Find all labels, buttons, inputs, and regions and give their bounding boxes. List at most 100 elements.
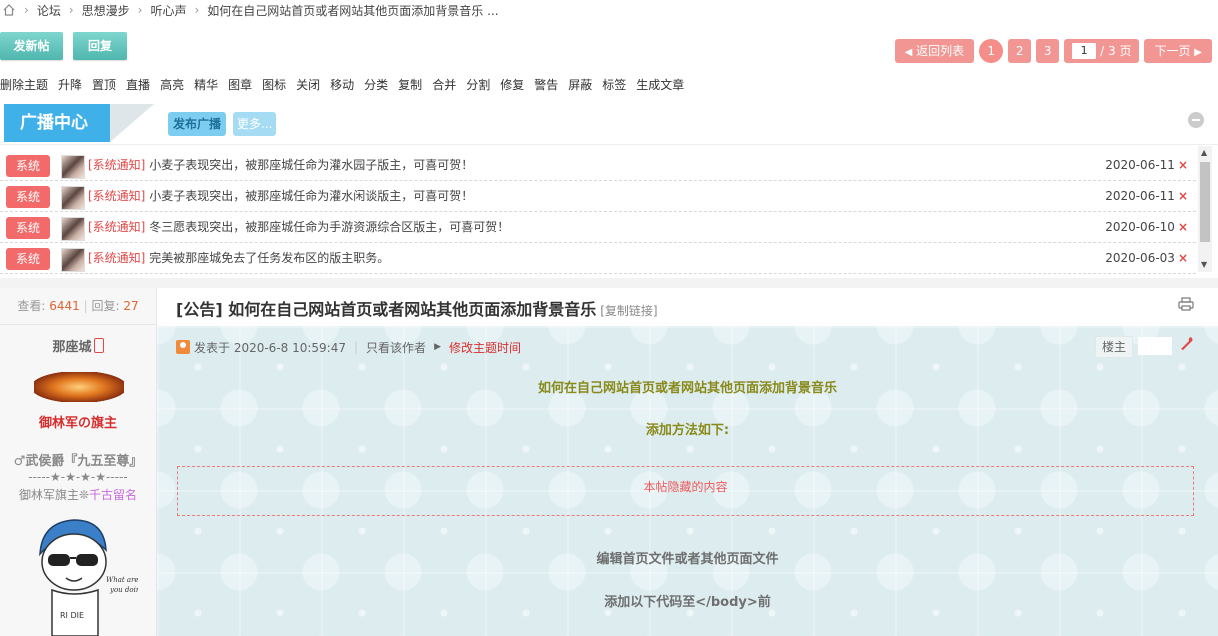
- delete-icon[interactable]: ×: [1178, 189, 1188, 203]
- print-icon[interactable]: [1178, 297, 1194, 311]
- page-1-button[interactable]: 1: [979, 39, 1004, 63]
- system-tag[interactable]: 系统: [6, 217, 50, 239]
- page-total: / 3 页: [1100, 44, 1132, 58]
- delete-icon[interactable]: ×: [1178, 220, 1188, 234]
- mod-bump[interactable]: 升降: [58, 76, 82, 94]
- broadcast-text[interactable]: [系统通知] 小麦子表现突出，被那座城任命为灌水园子版主，可喜可贺！: [88, 150, 473, 180]
- broadcast-date: 2020-06-11 ×: [1105, 150, 1188, 180]
- svg-text:What are: What are: [106, 576, 138, 584]
- mod-generate-article[interactable]: 生成文章: [636, 76, 684, 94]
- collapse-icon[interactable]: [1188, 112, 1204, 128]
- system-tag[interactable]: 系统: [6, 155, 50, 177]
- floor-badge: 楼主: [1095, 336, 1133, 358]
- list-item: 系统 [系统通知] 完美被那座城免去了任务发布区的版主职务。 2020-06-0…: [0, 243, 1196, 274]
- avatar[interactable]: RI DIE What are you doing?: [22, 514, 138, 636]
- rank-stars: -----★-★-★-★-----: [28, 470, 128, 484]
- mod-copy[interactable]: 复制: [398, 76, 422, 94]
- user-title-prefix: 御林军旗主❊: [18, 488, 90, 502]
- mod-tag[interactable]: 标签: [602, 76, 626, 94]
- thread-stats: 查看: 6441 | 回复: 27: [0, 288, 156, 325]
- breadcrumb-category[interactable]: 思想漫步: [82, 2, 130, 19]
- system-tag[interactable]: 系统: [6, 248, 50, 270]
- scroll-thumb[interactable]: [1200, 162, 1210, 242]
- breadcrumb-forum[interactable]: 论坛: [37, 2, 61, 19]
- broadcast-text[interactable]: [系统通知] 完美被那座城免去了任务发布区的版主职务。: [88, 243, 389, 273]
- scroll-down-icon[interactable]: ▼: [1201, 261, 1207, 269]
- page-2-button[interactable]: 2: [1008, 39, 1032, 63]
- broadcast-header: 广播中心 发布广播 更多...: [0, 104, 1218, 145]
- mod-stick[interactable]: 置顶: [92, 76, 116, 94]
- page-jump-input[interactable]: 1: [1072, 43, 1097, 59]
- post-title-text: [公告] 如何在自己网站首页或者网站其他页面添加背景音乐: [176, 300, 597, 319]
- user-rank: ♂武侯爵『九五至尊』: [13, 454, 143, 469]
- mod-category[interactable]: 分类: [364, 76, 388, 94]
- meta-divider: |: [354, 340, 359, 354]
- next-page-button[interactable]: 下一页 ▶: [1144, 39, 1212, 63]
- floor-jump-input[interactable]: [1138, 337, 1172, 355]
- mod-close[interactable]: 关闭: [296, 76, 320, 94]
- mod-stamp[interactable]: 图章: [228, 76, 252, 94]
- list-item: 系统 [系统通知] 小麦子表现突出，被那座城任命为灌水闲谈版主，可喜可贺！ 20…: [0, 181, 1196, 212]
- post-time: 发表于 2020-6-8 10:59:47: [194, 340, 346, 355]
- mod-digest[interactable]: 精华: [194, 76, 218, 94]
- notice-label: [系统通知]: [88, 251, 146, 265]
- reply-button[interactable]: 回复: [73, 32, 127, 60]
- avatar[interactable]: [61, 217, 85, 241]
- user-icon: [176, 340, 190, 354]
- broadcast-text[interactable]: [系统通知] 冬三愿表现突出，被那座城任命为手游资源综合区版主，可喜可贺！: [88, 212, 509, 242]
- back-to-list-button[interactable]: ◀ 返回列表: [894, 39, 975, 63]
- content-line: 添加以下代码至</body>前: [604, 595, 771, 610]
- mod-move[interactable]: 移动: [330, 76, 354, 94]
- only-author-link[interactable]: 只看该作者: [366, 339, 426, 356]
- section-divider: [0, 278, 1218, 288]
- chevron-right-icon: ▶: [1194, 47, 1202, 58]
- pagination: ◀ 返回列表 1 2 3 1 / 3 页 下一页 ▶: [894, 39, 1212, 63]
- broadcast-date: 2020-06-11 ×: [1105, 181, 1188, 211]
- home-icon[interactable]: [2, 3, 16, 17]
- mod-repair[interactable]: 修复: [500, 76, 524, 94]
- avatar[interactable]: [61, 155, 85, 179]
- broadcast-date: 2020-06-10 ×: [1105, 212, 1188, 242]
- mod-live[interactable]: 直播: [126, 76, 150, 94]
- delete-icon[interactable]: ×: [1178, 158, 1188, 172]
- mod-highlight[interactable]: 高亮: [160, 76, 184, 94]
- mod-icon[interactable]: 图标: [262, 76, 286, 94]
- delete-icon[interactable]: ×: [1178, 251, 1188, 265]
- moderator-toolbar: 删除主题 升降 置顶 直播 高亮 精华 图章 图标 关闭 移动 分类 复制 合并…: [0, 76, 694, 94]
- chevron-left-icon: ◀: [904, 47, 913, 58]
- publish-broadcast-button[interactable]: 发布广播: [168, 112, 227, 136]
- new-post-button[interactable]: 发新帖: [0, 32, 63, 60]
- post-meta: 发表于 2020-6-8 10:59:47 | 只看该作者 ▶ 修改主题时间: [176, 339, 521, 355]
- page-title: [公告] 如何在自己网站首页或者网站其他页面添加背景音乐 [复制链接]: [176, 296, 658, 320]
- notice-label: [系统通知]: [88, 189, 146, 203]
- chevron-right-icon: ›: [137, 3, 143, 17]
- broadcast-text[interactable]: [系统通知] 小麦子表现突出，被那座城任命为灌水闲谈版主，可喜可贺！: [88, 181, 473, 211]
- mod-merge[interactable]: 合并: [432, 76, 456, 94]
- scroll-up-icon[interactable]: ▲: [1201, 149, 1207, 157]
- content-heading: 如何在自己网站首页或者网站其他页面添加背景音乐: [537, 381, 837, 396]
- avatar[interactable]: [61, 186, 85, 210]
- breadcrumb-current: 如何在自己网站首页或者网站其他页面添加背景音乐 ...: [207, 3, 499, 18]
- back-to-list-label: 返回列表: [916, 44, 965, 58]
- more-broadcast-button[interactable]: 更多...: [233, 112, 277, 136]
- edit-time-link[interactable]: 修改主题时间: [449, 339, 521, 356]
- mod-split[interactable]: 分割: [466, 76, 490, 94]
- breadcrumb-board[interactable]: 听心声: [150, 2, 186, 19]
- mod-warn[interactable]: 警告: [534, 76, 558, 94]
- copy-link[interactable]: [复制链接]: [600, 304, 657, 318]
- page-jump: 1 / 3 页: [1064, 39, 1140, 63]
- broadcast-date-text: 2020-06-11: [1105, 158, 1175, 172]
- breadcrumb: › 论坛 › 思想漫步 › 听心声 › 如何在自己网站首页或者网站其他页面添加背…: [0, 0, 499, 20]
- mod-delete[interactable]: 删除主题: [0, 76, 48, 94]
- author-name[interactable]: 那座城: [0, 336, 156, 355]
- page-3-button[interactable]: 3: [1036, 39, 1060, 63]
- wrench-icon[interactable]: [1180, 336, 1194, 352]
- notice-label: [系统通知]: [88, 158, 146, 172]
- broadcast-message: 小麦子表现突出，被那座城任命为灌水园子版主，可喜可贺！: [145, 158, 474, 172]
- avatar[interactable]: [61, 248, 85, 272]
- mod-block[interactable]: 屏蔽: [568, 76, 592, 94]
- system-tag[interactable]: 系统: [6, 186, 50, 208]
- broadcast-message: 冬三愿表现突出，被那座城任命为手游资源综合区版主，可喜可贺！: [145, 220, 510, 234]
- replies-count: 27: [123, 299, 139, 313]
- broadcast-scrollbar[interactable]: ▲ ▼: [1198, 146, 1212, 272]
